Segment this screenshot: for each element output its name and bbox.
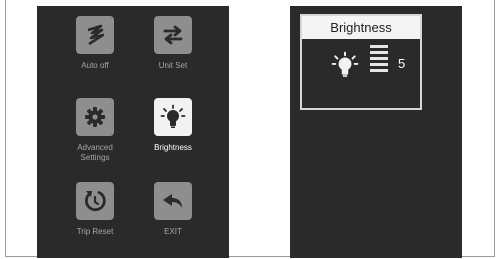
menu-item-label: Auto off	[81, 61, 109, 70]
level-bar	[370, 63, 388, 66]
bulb-icon	[331, 51, 359, 77]
menu-item-label: Advanced Settings	[57, 143, 133, 163]
level-bar	[370, 45, 388, 48]
level-bar	[370, 69, 388, 72]
gear-icon	[76, 98, 114, 136]
bulb-icon	[154, 98, 192, 136]
menu-item-brightness[interactable]: Brightness	[135, 98, 211, 153]
reset-icon	[76, 182, 114, 220]
settings-menu-panel: Auto off Unit Set Advanced Settings Brig…	[37, 6, 229, 258]
unit-set-icon	[154, 16, 192, 54]
brightness-value: 5	[398, 56, 406, 71]
menu-item-exit[interactable]: EXIT	[135, 182, 211, 237]
menu-item-auto-off[interactable]: Auto off	[57, 16, 133, 71]
menu-item-label: Unit Set	[158, 61, 188, 70]
menu-item-label: EXIT	[164, 227, 182, 236]
brightness-control[interactable]: 5	[302, 39, 420, 104]
brightness-screen: Brightness 5	[290, 6, 462, 258]
brightness-level-bars	[370, 45, 388, 75]
brightness-title: Brightness	[302, 16, 420, 39]
menu-item-label: Trip Reset	[76, 227, 114, 236]
brightness-dialog: Brightness 5	[300, 14, 422, 110]
level-bar	[370, 51, 388, 54]
level-bar	[370, 57, 388, 60]
back-arrow-icon	[154, 182, 192, 220]
menu-item-label: Brightness	[154, 143, 192, 152]
menu-item-label-line: Settings	[80, 153, 110, 162]
menu-item-trip-reset[interactable]: Trip Reset	[57, 182, 133, 237]
menu-item-advanced-settings[interactable]: Advanced Settings	[57, 98, 133, 163]
menu-item-label-line: Advanced	[77, 143, 113, 152]
menu-item-unit-set[interactable]: Unit Set	[135, 16, 211, 71]
auto-off-icon	[76, 16, 114, 54]
